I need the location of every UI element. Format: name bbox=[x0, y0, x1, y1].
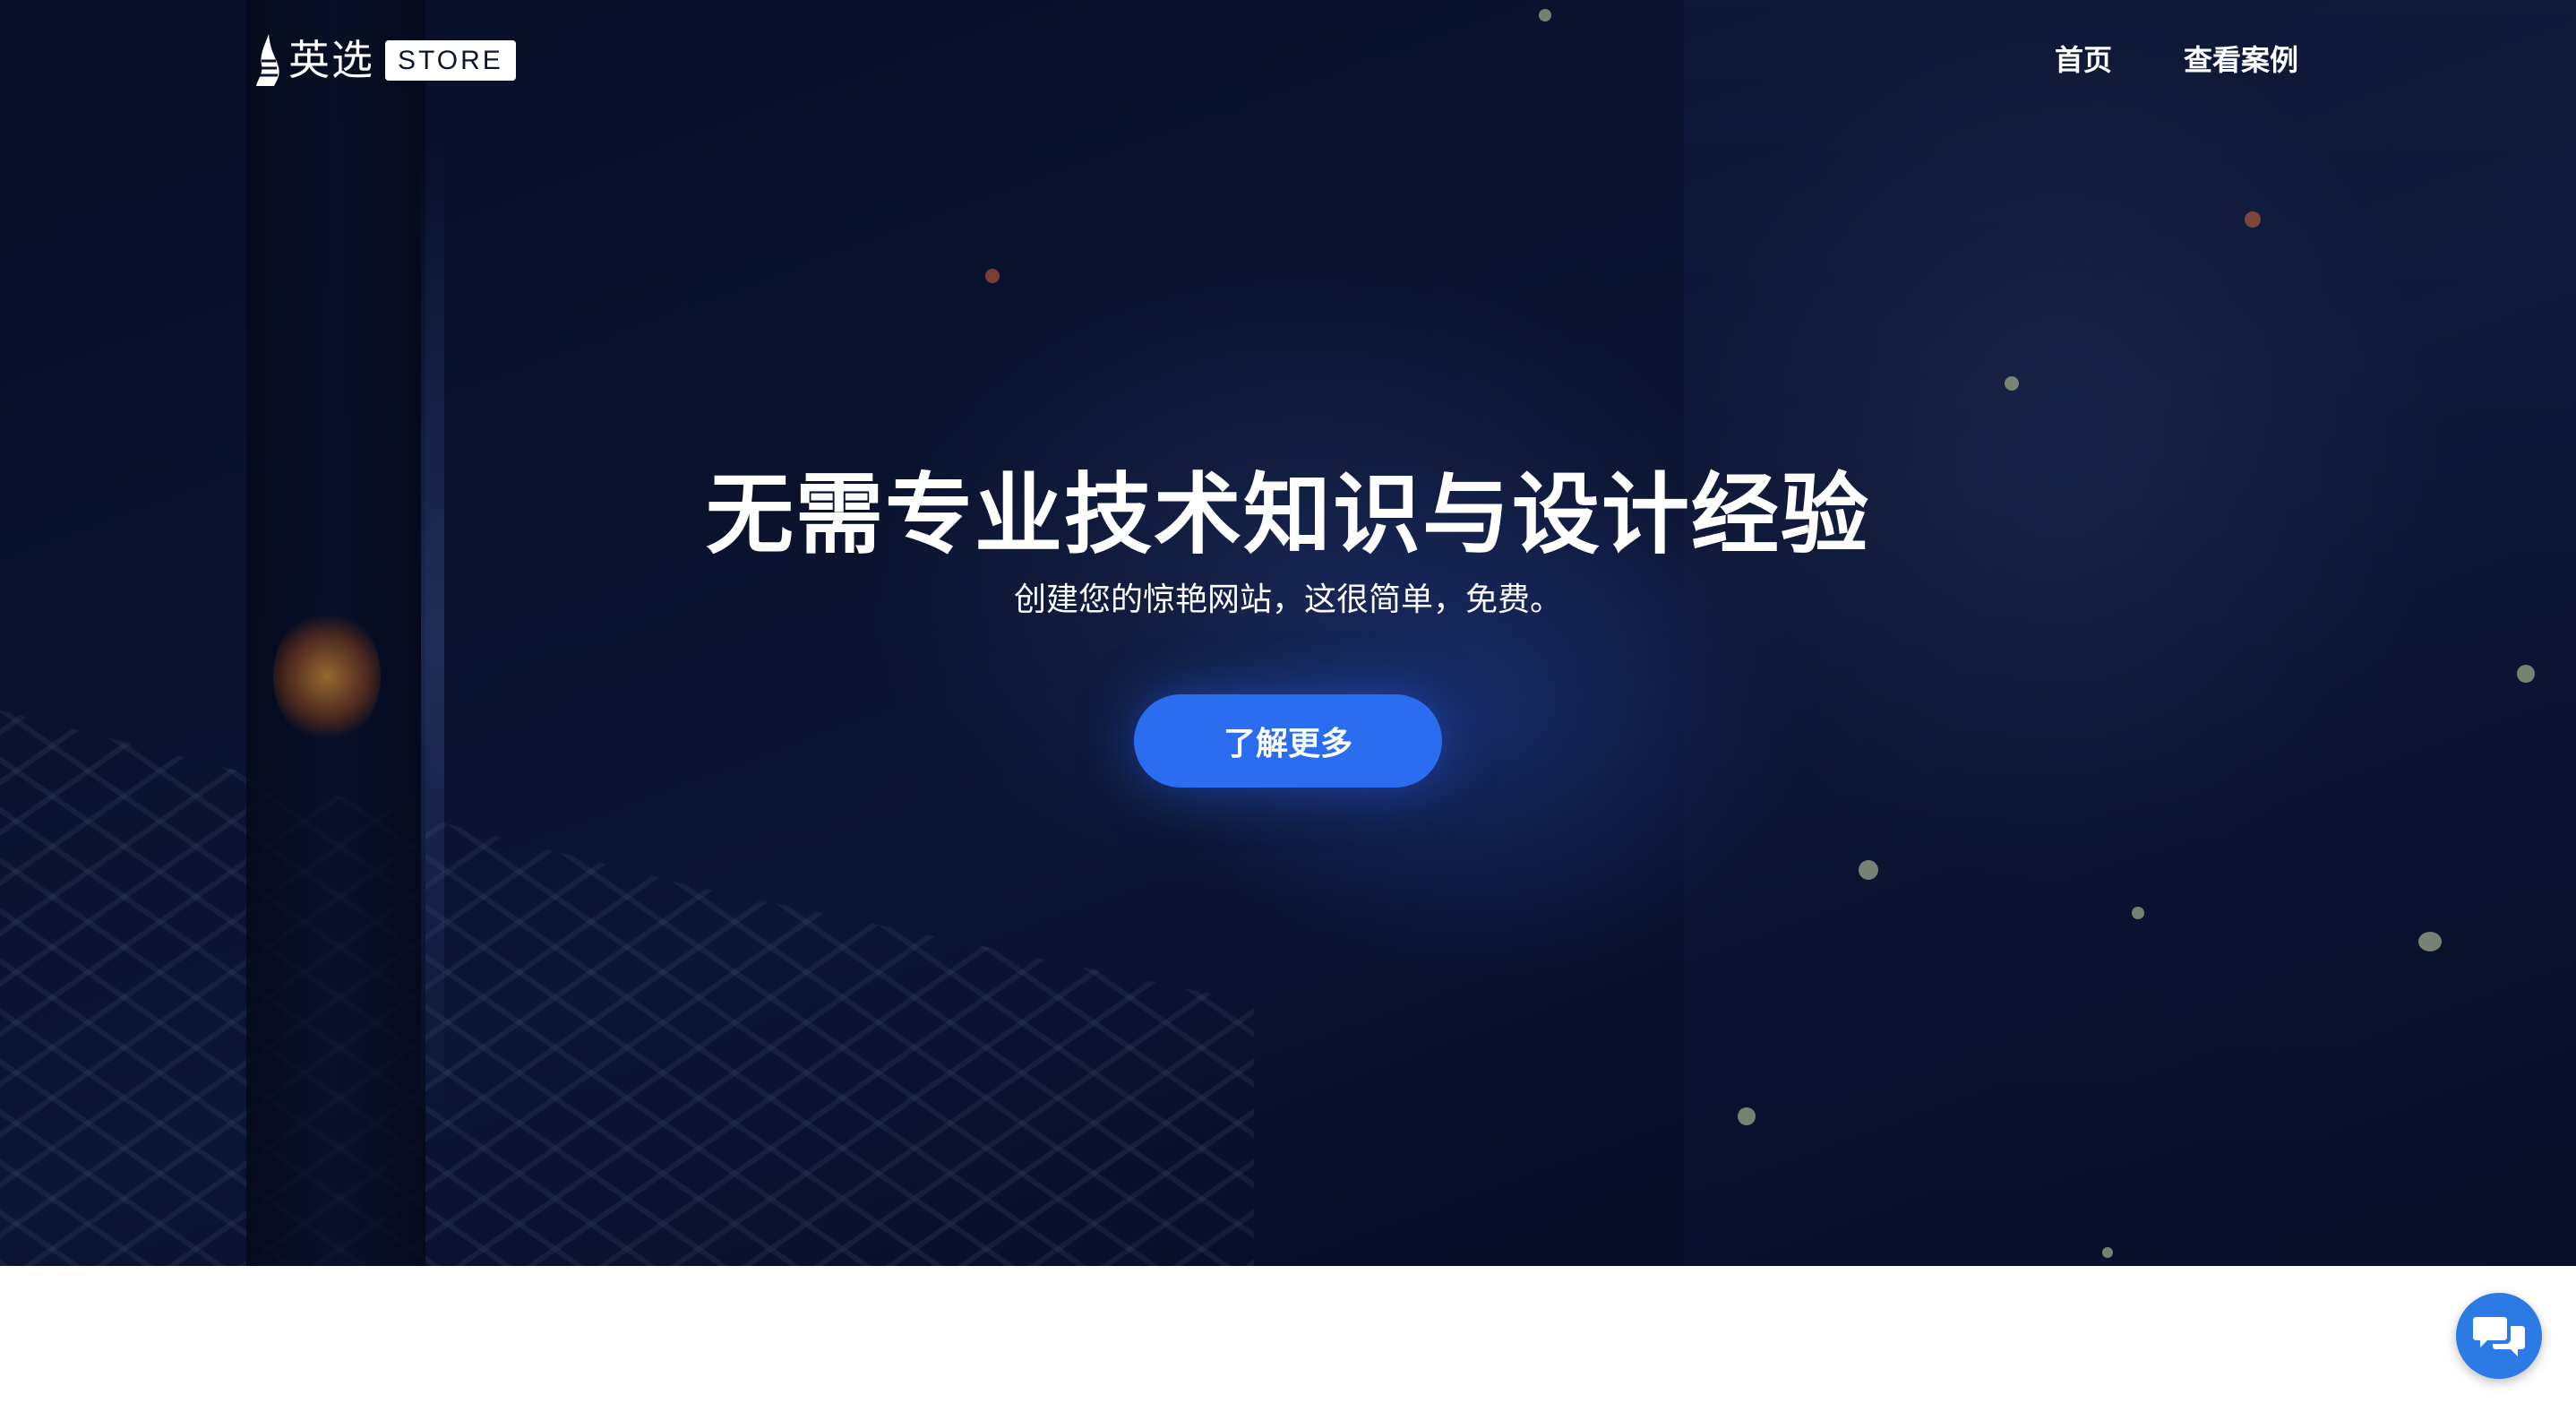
logo-badge: STORE bbox=[385, 39, 516, 81]
chat-bubbles-icon bbox=[2473, 1317, 2525, 1356]
main-nav: 首页 查看案例 bbox=[2055, 36, 2298, 84]
hero-title: 无需专业技术知识与设计经验 bbox=[705, 464, 1870, 566]
site-logo[interactable]: 英选 STORE bbox=[256, 32, 516, 88]
logo-text: 英选 bbox=[288, 36, 374, 84]
hero-overlay bbox=[0, 0, 2576, 1266]
flame-logo-icon bbox=[256, 34, 279, 86]
nav-link-home[interactable]: 首页 bbox=[2055, 36, 2112, 84]
nav-link-cases[interactable]: 查看案例 bbox=[2184, 36, 2298, 84]
learn-more-button[interactable]: 了解更多 bbox=[1134, 694, 1442, 788]
hero-subtitle: 创建您的惊艳网站，这很简单，免费。 bbox=[1013, 581, 1562, 618]
hero-section: 英选 STORE 首页 查看案例 无需专业技术知识与设计经验 创建您的惊艳网站，… bbox=[0, 0, 2576, 1266]
chat-widget-button[interactable] bbox=[2456, 1293, 2542, 1379]
